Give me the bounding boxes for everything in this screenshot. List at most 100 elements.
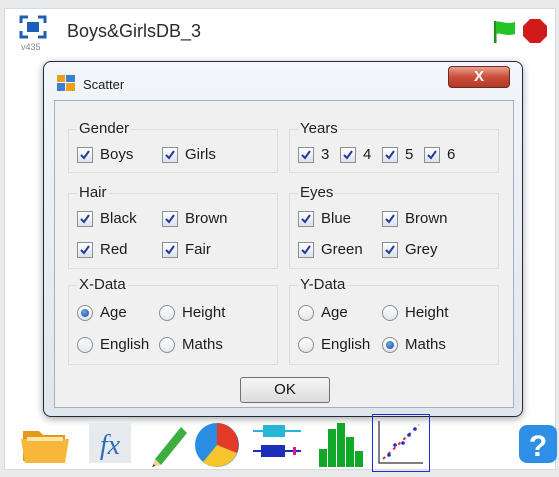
radio-unselected-icon[interactable] (77, 336, 93, 353)
radio-label: Height (182, 304, 226, 321)
group-label: Y-Data (298, 276, 348, 293)
years-group: Years 3 4 5 6 (289, 120, 499, 173)
checkbox-checked-icon[interactable] (424, 146, 440, 163)
svg-text:fx: fx (100, 430, 121, 461)
checkbox-hair-red[interactable]: Red (77, 241, 128, 258)
group-label: Gender (77, 120, 132, 137)
help-icon[interactable]: ? (511, 415, 559, 471)
radio-label: Maths (405, 336, 446, 353)
pie-chart-icon[interactable] (189, 415, 245, 471)
window-icon (57, 75, 75, 91)
checkbox-checked-icon[interactable] (162, 241, 178, 258)
folder-icon[interactable] (17, 415, 73, 471)
radio-y-english[interactable]: English (298, 336, 370, 353)
group-label: X-Data (77, 276, 128, 293)
function-icon[interactable]: fx (83, 415, 139, 471)
group-label: Eyes (298, 184, 336, 201)
hair-group: Hair Black Brown Red Fair (68, 184, 278, 269)
radio-x-age[interactable]: Age (77, 304, 127, 321)
checkbox-checked-icon[interactable] (77, 241, 93, 258)
checkbox-label: Girls (185, 146, 216, 163)
histogram-icon[interactable] (313, 415, 369, 471)
radio-unselected-icon[interactable] (159, 304, 175, 321)
group-label: Years (298, 120, 340, 137)
checkbox-checked-icon[interactable] (162, 210, 178, 227)
radio-unselected-icon[interactable] (159, 336, 175, 353)
checkbox-label: 3 (321, 146, 330, 163)
x-data-group: X-Data Age Height English Maths (68, 276, 278, 365)
checkbox-checked-icon[interactable] (77, 210, 93, 227)
checkbox-checked-icon[interactable] (298, 146, 314, 163)
radio-label: English (321, 336, 371, 353)
radio-x-english[interactable]: English (77, 336, 149, 353)
checkbox-label: Fair (185, 241, 211, 258)
radio-unselected-icon[interactable] (298, 304, 314, 321)
checkbox-label: Brown (405, 210, 448, 227)
checkbox-label: 5 (405, 146, 414, 163)
checkbox-boys[interactable]: Boys (77, 146, 133, 163)
radio-unselected-icon[interactable] (298, 336, 314, 353)
checkbox-label: Grey (405, 241, 438, 258)
checkbox-hair-black[interactable]: Black (77, 210, 137, 227)
checkbox-label: 4 (363, 146, 372, 163)
bottom-toolbar: fx ? (15, 414, 557, 473)
eyes-group: Eyes Blue Brown Green Grey (289, 184, 499, 269)
y-data-group: Y-Data Age Height English Maths (289, 276, 499, 365)
radio-y-maths[interactable]: Maths (382, 336, 446, 353)
stop-icon[interactable] (521, 17, 549, 45)
checkbox-hair-brown[interactable]: Brown (162, 210, 228, 227)
radio-label: Age (321, 304, 348, 321)
checkbox-label: 6 (447, 146, 456, 163)
top-bar: v435 Boys&GirlsDB_3 (5, 9, 555, 57)
radio-x-maths[interactable]: Maths (159, 336, 223, 353)
dialog-body: Gender Boys Girls Years 3 4 5 6 Hair Bla… (54, 100, 514, 408)
scatter-plot-icon[interactable] (372, 414, 430, 472)
checkbox-girls[interactable]: Girls (162, 146, 216, 163)
radio-label: Maths (182, 336, 223, 353)
box-plot-icon[interactable] (249, 415, 305, 471)
checkbox-hair-fair[interactable]: Fair (162, 241, 211, 258)
checkbox-checked-icon[interactable] (162, 146, 178, 163)
checkbox-label: Red (100, 241, 128, 258)
checkbox-checked-icon[interactable] (382, 146, 398, 163)
radio-label: Height (405, 304, 449, 321)
checkbox-checked-icon[interactable] (340, 146, 356, 163)
checkbox-checked-icon[interactable] (77, 146, 93, 163)
checkbox-year-5[interactable]: 5 (382, 146, 413, 163)
app-window: v435 Boys&GirlsDB_3 Scatter X Gender Boy… (4, 8, 557, 473)
radio-y-height[interactable]: Height (382, 304, 448, 321)
checkbox-eyes-green[interactable]: Green (298, 241, 363, 258)
radio-label: English (100, 336, 150, 353)
radio-y-age[interactable]: Age (298, 304, 348, 321)
radio-unselected-icon[interactable] (382, 304, 398, 321)
checkbox-label: Brown (185, 210, 228, 227)
scatter-dialog: Scatter X Gender Boys Girls Years 3 4 5 … (43, 61, 523, 417)
checkbox-eyes-grey[interactable]: Grey (382, 241, 438, 258)
gender-group: Gender Boys Girls (68, 120, 278, 173)
app-title: Boys&GirlsDB_3 (67, 21, 202, 41)
checkbox-label: Black (100, 210, 137, 227)
dialog-title: Scatter (83, 77, 125, 92)
checkbox-year-3[interactable]: 3 (298, 146, 329, 163)
checkbox-checked-icon[interactable] (382, 241, 398, 258)
radio-selected-icon[interactable] (382, 336, 398, 353)
checkbox-eyes-blue[interactable]: Blue (298, 210, 351, 227)
checkbox-label: Boys (100, 146, 134, 163)
ok-button[interactable]: OK (240, 377, 330, 403)
checkbox-checked-icon[interactable] (382, 210, 398, 227)
checkbox-label: Green (321, 241, 363, 258)
radio-label: Age (100, 304, 127, 321)
green-flag-icon[interactable] (491, 19, 517, 45)
checkbox-year-6[interactable]: 6 (424, 146, 455, 163)
fullscreen-icon[interactable] (19, 15, 47, 39)
checkbox-eyes-brown[interactable]: Brown (382, 210, 448, 227)
radio-x-height[interactable]: Height (159, 304, 225, 321)
checkbox-checked-icon[interactable] (298, 210, 314, 227)
radio-selected-icon[interactable] (77, 304, 93, 321)
checkbox-year-4[interactable]: 4 (340, 146, 371, 163)
close-button[interactable]: X (448, 66, 510, 88)
checkbox-checked-icon[interactable] (298, 241, 314, 258)
svg-text:?: ? (529, 430, 547, 463)
checkbox-label: Blue (321, 210, 352, 227)
group-label: Hair (77, 184, 109, 201)
